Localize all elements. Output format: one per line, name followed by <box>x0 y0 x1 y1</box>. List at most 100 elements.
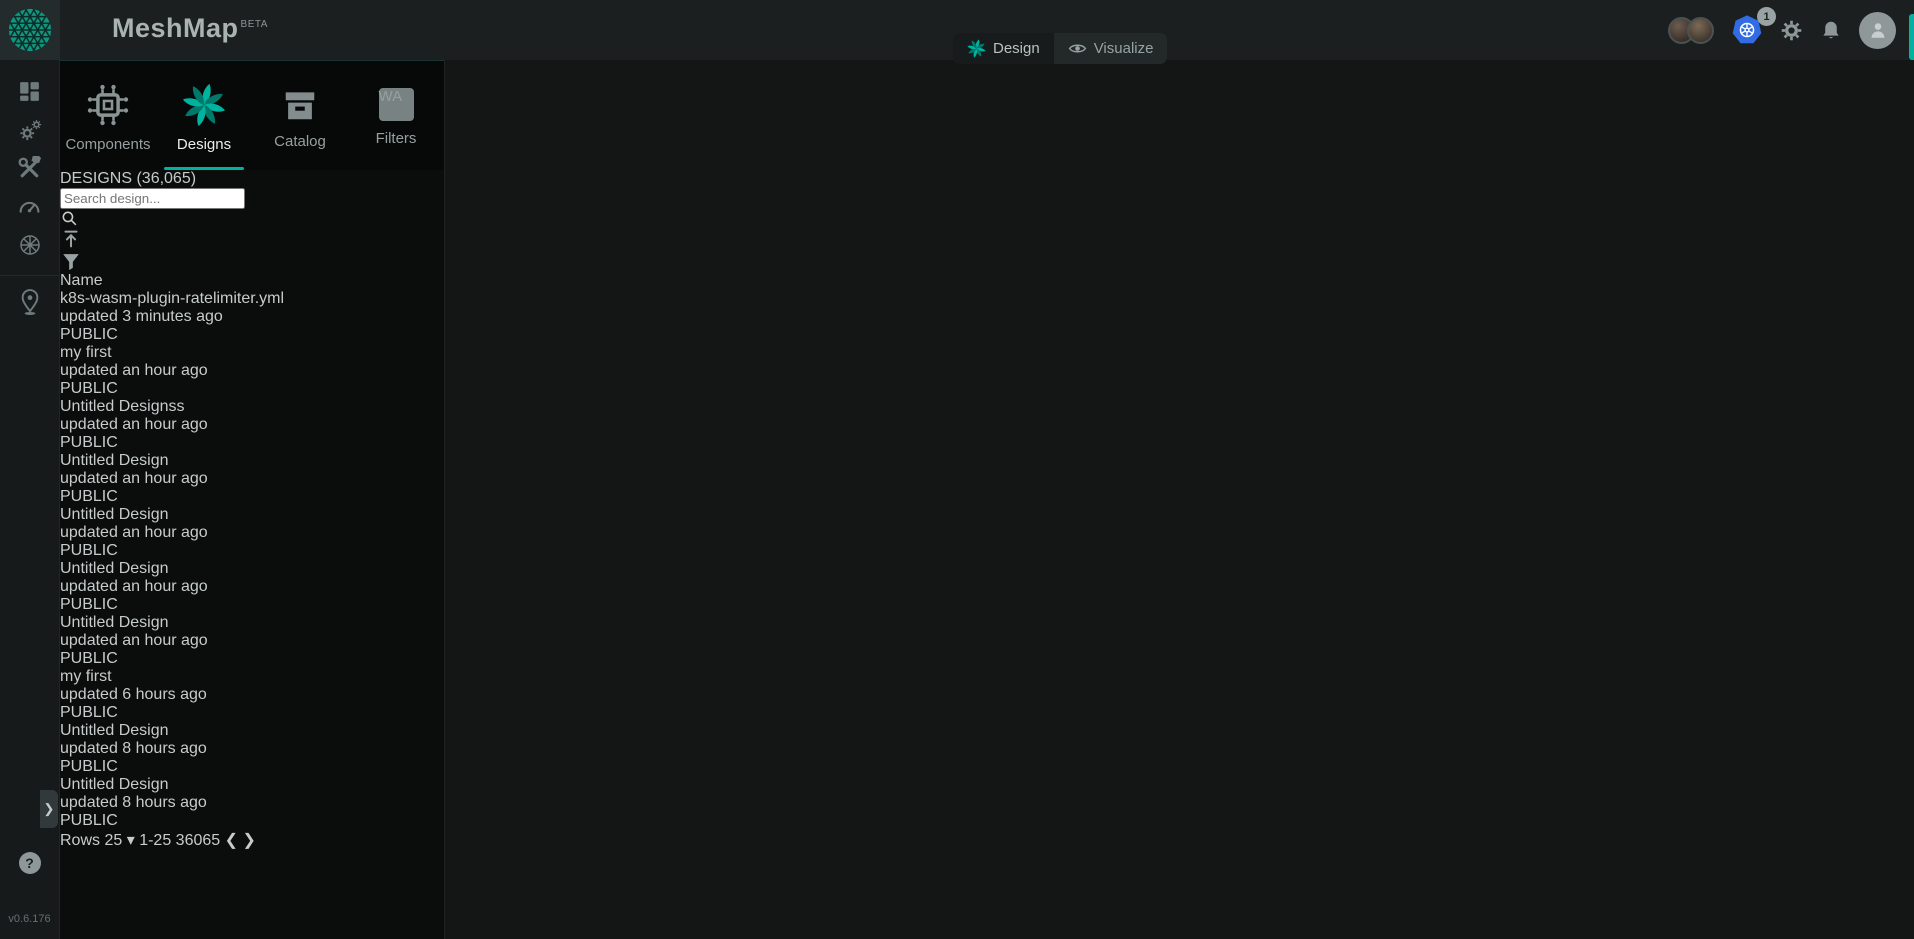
performance-gauge-icon[interactable] <box>17 194 42 219</box>
design-list-row[interactable]: Untitled Design updated an hour ago PUBL… <box>60 452 444 506</box>
configuration-tools-icon[interactable] <box>17 156 42 181</box>
upload-design-button[interactable] <box>60 228 444 250</box>
design-list-row[interactable]: Untitled Design updated 8 hours ago PUBL… <box>60 722 444 776</box>
header-actions: 1 <box>1668 0 1896 60</box>
help-button[interactable]: ? <box>19 852 41 874</box>
meshmap-pin-icon[interactable] <box>17 289 43 315</box>
design-visibility-badge: PUBLIC <box>60 488 444 506</box>
design-visibility-badge: PUBLIC <box>60 596 444 614</box>
design-visibility-badge: PUBLIC <box>60 650 444 668</box>
search-row <box>60 188 444 272</box>
design-list-row[interactable]: my first updated 6 hours ago PUBLIC <box>60 668 444 722</box>
tab-design-label: Design <box>993 40 1040 57</box>
person-icon <box>1867 19 1889 41</box>
context-count-badge: 1 <box>1757 7 1776 26</box>
search-input[interactable] <box>60 188 245 209</box>
filter-designs-button[interactable] <box>60 250 444 272</box>
prev-page-button[interactable]: ❮ <box>225 832 238 849</box>
tab-visualize[interactable]: Visualize <box>1054 33 1168 64</box>
rows-per-page-select[interactable]: 25 ▾ <box>104 832 139 849</box>
eye-icon <box>1068 39 1087 58</box>
design-name: Untitled Design <box>60 506 444 524</box>
design-updated: updated an hour ago <box>60 470 444 488</box>
collaborator-avatars[interactable] <box>1668 17 1714 44</box>
collaborator-avatar[interactable] <box>1687 17 1714 44</box>
design-list-row[interactable]: Untitled Design updated an hour ago PUBL… <box>60 560 444 614</box>
design-visibility-badge: PUBLIC <box>60 380 444 398</box>
design-visibility-badge: PUBLIC <box>60 758 444 776</box>
meshery-spiral-icon <box>182 83 226 127</box>
design-name: Untitled Design <box>60 614 444 632</box>
design-updated: updated 8 hours ago <box>60 740 444 758</box>
kubernetes-context-button[interactable]: 1 <box>1731 14 1763 46</box>
search-icon <box>60 209 444 228</box>
design-list-row[interactable]: Untitled Design updated 8 hours ago PUBL… <box>60 776 444 830</box>
design-name: Untitled Design <box>60 560 444 578</box>
tab-filters-label: Filters <box>376 130 417 147</box>
rows-label: Rows <box>60 832 100 849</box>
tab-catalog[interactable]: Catalog <box>252 61 348 170</box>
tab-designs[interactable]: Designs <box>156 61 252 170</box>
tab-design[interactable]: Design <box>953 33 1054 64</box>
design-name: Untitled Design <box>60 722 444 740</box>
version-label: v0.6.176 <box>8 913 50 925</box>
design-updated: updated an hour ago <box>60 362 444 380</box>
design-list-row[interactable]: k8s-wasm-plugin-ratelimiter.yml updated … <box>60 290 444 344</box>
meshery-spiral-icon <box>967 39 986 58</box>
user-menu-button[interactable] <box>1859 12 1896 49</box>
tab-designs-label: Designs <box>177 136 231 153</box>
design-visibility-badge: PUBLIC <box>60 812 444 830</box>
page-range: 1-25 36065 <box>139 832 220 849</box>
design-name: my first <box>60 344 444 362</box>
gear-icon <box>1780 19 1803 42</box>
notifications-button[interactable] <box>1820 19 1842 41</box>
design-updated: updated an hour ago <box>60 416 444 434</box>
mode-switcher: Design Visualize <box>953 33 1167 64</box>
next-page-button[interactable]: ❯ <box>242 832 255 849</box>
app-title: MeshMapBETA <box>112 13 268 44</box>
design-updated: updated 8 hours ago <box>60 794 444 812</box>
tab-filters[interactable]: WA Filters <box>348 61 444 170</box>
design-name: my first <box>60 668 444 686</box>
catalog-archive-icon <box>281 86 319 124</box>
design-list: k8s-wasm-plugin-ratelimiter.yml updated … <box>60 290 444 830</box>
tab-components[interactable]: Components <box>60 61 156 170</box>
meshmap-app: MeshMapBETA Design Visualize <box>0 0 1914 939</box>
design-visibility-badge: PUBLIC <box>60 704 444 722</box>
design-updated: updated 6 hours ago <box>60 686 444 704</box>
design-list-row[interactable]: Untitled Design updated an hour ago PUBL… <box>60 506 444 560</box>
design-name: Untitled Design <box>60 776 444 794</box>
design-list-row[interactable]: my first updated an hour ago PUBLIC <box>60 344 444 398</box>
mesh-logo-icon <box>7 7 53 53</box>
design-name: Untitled Designss <box>60 398 444 416</box>
layer5-logo[interactable] <box>0 0 60 60</box>
top-header: MeshMapBETA Design Visualize <box>0 0 1914 60</box>
design-updated: updated an hour ago <box>60 524 444 542</box>
design-name: k8s-wasm-plugin-ratelimiter.yml <box>60 290 444 308</box>
design-updated: updated an hour ago <box>60 632 444 650</box>
name-column-header: Name <box>60 272 444 290</box>
dashboard-icon[interactable] <box>17 79 42 104</box>
designs-sidebar: Components Designs Catalog WA Filters DE… <box>60 60 445 939</box>
design-list-row[interactable]: Untitled Design updated an hour ago PUBL… <box>60 614 444 668</box>
settings-button[interactable] <box>1780 19 1803 42</box>
tab-components-label: Components <box>65 136 150 153</box>
design-list-row[interactable]: Untitled Designss updated an hour ago PU… <box>60 398 444 452</box>
design-updated: updated an hour ago <box>60 578 444 596</box>
mesh-extensions-icon[interactable] <box>17 232 43 258</box>
sidebar-tabs: Components Designs Catalog WA Filters <box>60 60 444 170</box>
designs-count-header: DESIGNS (36,065) <box>60 170 444 188</box>
design-visibility-badge: PUBLIC <box>60 434 444 452</box>
funnel-icon <box>60 250 82 272</box>
pagination: Rows 25 ▾ 1-25 36065 ❮ ❯ <box>60 830 444 850</box>
components-icon <box>86 83 130 127</box>
design-updated: updated 3 minutes ago <box>60 308 444 326</box>
design-name: Untitled Design <box>60 452 444 470</box>
drawer-edge-handle[interactable] <box>1909 14 1914 60</box>
beta-tag: BETA <box>241 19 268 30</box>
design-visibility-badge: PUBLIC <box>60 326 444 344</box>
lifecycle-gears-icon[interactable] <box>17 117 43 143</box>
panel-expander[interactable]: ❯ <box>40 790 58 828</box>
bell-icon <box>1820 19 1842 41</box>
rail-divider <box>0 275 60 276</box>
